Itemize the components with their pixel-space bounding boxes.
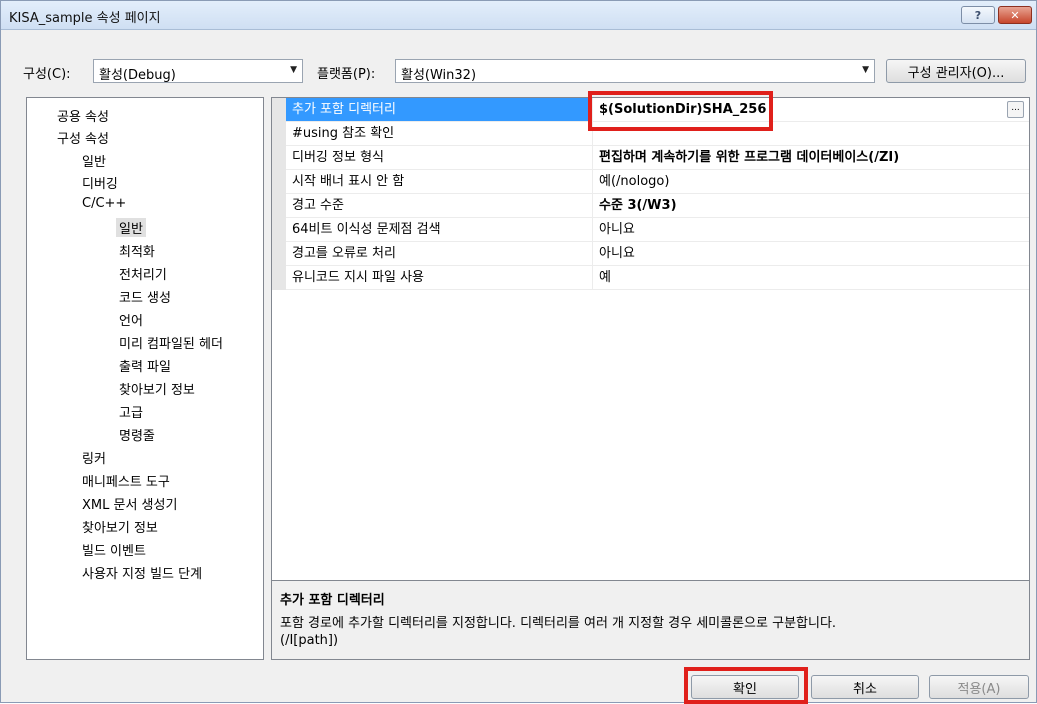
config-combo[interactable]: 활성(Debug) ▼	[93, 59, 303, 83]
property-name: #using 참조 확인	[286, 122, 592, 146]
tree-item-debugging[interactable]: 디버깅	[82, 173, 118, 192]
property-row[interactable]: 경고를 오류로 처리 아니요	[272, 242, 1029, 266]
property-row[interactable]: 경고 수준 수준 3(/W3)	[272, 194, 1029, 218]
tree-item-linker[interactable]: 링커	[82, 448, 106, 467]
property-name: 경고 수준	[286, 194, 592, 218]
property-grid: 추가 포함 디렉터리 $(SolutionDir)SHA_256 ... #us…	[271, 97, 1030, 581]
config-label: 구성(C):	[23, 67, 71, 82]
tree-item-command-line[interactable]: 명령줄	[119, 425, 155, 444]
property-value[interactable]: 아니요	[592, 242, 1029, 266]
property-name: 시작 배너 표시 안 함	[286, 170, 592, 194]
tree-item-precompiled-headers[interactable]: 미리 컴파일된 헤더	[119, 333, 223, 352]
property-pages-window: KISA_sample 속성 페이지 ? ✕ 구성(C): 활성(Debug) …	[0, 0, 1037, 704]
tree-item-optimization[interactable]: 최적화	[119, 241, 155, 260]
help-button[interactable]: ?	[961, 6, 995, 24]
tree-item-common-properties[interactable]: 공용 속성	[57, 106, 109, 125]
description-switch: (/I[path])	[280, 633, 339, 648]
description-title: 추가 포함 디렉터리	[280, 593, 385, 608]
property-name: 64비트 이식성 문제점 검색	[286, 218, 592, 242]
property-name: 디버깅 정보 형식	[286, 146, 592, 170]
config-combo-value: 활성(Debug)	[99, 68, 176, 83]
tree-item-manifest-tool[interactable]: 매니페스트 도구	[82, 471, 170, 490]
tree-item-preprocessor[interactable]: 전처리기	[119, 264, 167, 283]
property-name: 경고를 오류로 처리	[286, 242, 592, 266]
description-panel: 추가 포함 디렉터리 포함 경로에 추가할 디렉터리를 지정합니다. 디렉터리를…	[271, 581, 1030, 660]
property-value[interactable]: 예(/nologo)	[592, 170, 1029, 194]
tree-item-configuration-properties[interactable]: 구성 속성	[57, 128, 109, 147]
help-icon: ?	[974, 8, 982, 22]
tree-item-language[interactable]: 언어	[119, 310, 143, 329]
ok-button[interactable]: 확인	[691, 675, 799, 699]
property-row[interactable]: 디버깅 정보 형식 편집하며 계속하기를 위한 프로그램 데이터베이스(/ZI)	[272, 146, 1029, 170]
tree-item-build-events[interactable]: 빌드 이벤트	[82, 540, 146, 559]
platform-combo[interactable]: 활성(Win32) ▼	[395, 59, 875, 83]
window-title: KISA_sample 속성 페이지	[9, 11, 161, 26]
title-bar: KISA_sample 속성 페이지 ? ✕	[1, 1, 1036, 30]
tree-item-xml-doc-generator[interactable]: XML 문서 생성기	[82, 494, 177, 513]
category-tree: 공용 속성 구성 속성 일반 디버깅 C/C++ 일반 최적화 전처리기 코드 …	[26, 97, 264, 660]
tree-item-cpp-general[interactable]: 일반	[116, 218, 146, 237]
close-button[interactable]: ✕	[998, 6, 1032, 24]
property-value[interactable]	[592, 122, 1029, 146]
property-row[interactable]: 시작 배너 표시 안 함 예(/nologo)	[272, 170, 1029, 194]
property-value-input[interactable]: $(SolutionDir)SHA_256	[592, 98, 1029, 122]
property-row[interactable]: 추가 포함 디렉터리 $(SolutionDir)SHA_256 ...	[272, 98, 1029, 122]
platform-label: 플랫폼(P):	[317, 67, 376, 82]
tree-item-custom-build-step[interactable]: 사용자 지정 빌드 단계	[82, 563, 202, 582]
tree-item-browse-info[interactable]: 찾아보기 정보	[82, 517, 158, 536]
tree-item-browse-info-cpp[interactable]: 찾아보기 정보	[119, 379, 195, 398]
property-row[interactable]: 유니코드 지시 파일 사용 예	[272, 266, 1029, 290]
tree-item-output-files[interactable]: 출력 파일	[119, 356, 171, 375]
platform-combo-value: 활성(Win32)	[401, 68, 477, 83]
apply-button[interactable]: 적용(A)	[929, 675, 1029, 699]
property-name: 추가 포함 디렉터리	[286, 98, 592, 122]
tree-item-code-generation[interactable]: 코드 생성	[119, 287, 171, 306]
property-name: 유니코드 지시 파일 사용	[286, 266, 592, 290]
tree-item-cpp[interactable]: C/C++	[82, 196, 126, 211]
property-value[interactable]: 예	[592, 266, 1029, 290]
close-icon: ✕	[1010, 8, 1020, 22]
cancel-button[interactable]: 취소	[811, 675, 919, 699]
property-row[interactable]: #using 참조 확인	[272, 122, 1029, 146]
tree-item-advanced[interactable]: 고급	[119, 402, 143, 421]
tree-item-general[interactable]: 일반	[82, 151, 106, 170]
property-row[interactable]: 64비트 이식성 문제점 검색 아니요	[272, 218, 1029, 242]
config-manager-button[interactable]: 구성 관리자(O)...	[886, 59, 1026, 83]
property-value[interactable]: 수준 3(/W3)	[592, 194, 1029, 218]
description-text: 포함 경로에 추가할 디렉터리를 지정합니다. 디렉터리를 여러 개 지정할 경…	[280, 616, 837, 631]
chevron-down-icon: ▼	[862, 65, 869, 75]
browse-button[interactable]: ...	[1007, 101, 1024, 118]
property-value[interactable]: 편집하며 계속하기를 위한 프로그램 데이터베이스(/ZI)	[592, 146, 1029, 170]
property-value[interactable]: 아니요	[592, 218, 1029, 242]
chevron-down-icon: ▼	[290, 65, 297, 75]
